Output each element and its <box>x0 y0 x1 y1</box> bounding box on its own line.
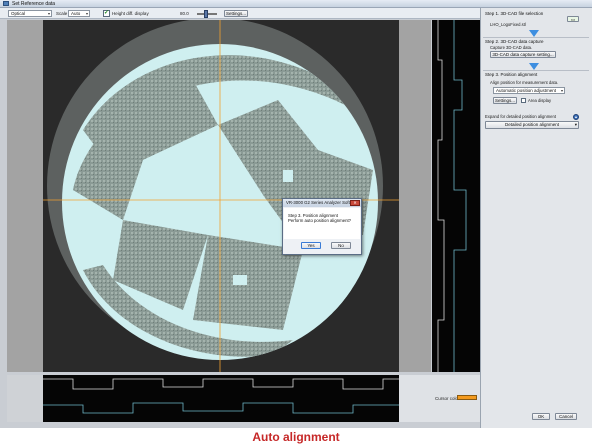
detailed-alignment-label: Detailed position alignment <box>504 122 560 127</box>
cursor-color-label: Cursor color <box>435 396 460 401</box>
confirm-dialog: VR-3000 G2 Series Analyzer Soft... ✕ Ste… <box>282 198 362 255</box>
view-mode-select[interactable]: Optical ▾ <box>8 10 52 17</box>
expand-label: Expand for detailed position alignment <box>485 114 557 119</box>
scale-value: Auto <box>71 11 81 16</box>
right-margin <box>399 20 431 372</box>
divider <box>483 70 589 71</box>
yes-button-label: Yes <box>307 243 315 248</box>
alignment-method-value: Automatic position adjustment <box>496 88 557 93</box>
divider <box>483 37 589 38</box>
no-button-label: No <box>338 243 344 248</box>
settings-button[interactable]: Settings... <box>224 10 248 17</box>
zoom-label: 80.0 <box>180 11 189 16</box>
chevron-down-icon: ▾ <box>47 11 50 16</box>
alignment-settings-label: Settings... <box>494 98 515 103</box>
scan-image <box>43 20 399 372</box>
measurement-image[interactable] <box>43 20 399 372</box>
step-arrow-icon <box>529 63 539 70</box>
dialog-line-2: Perform auto position alignment? <box>288 218 352 223</box>
step-arrow-icon <box>529 30 539 37</box>
step1-file-name: LHO_LogoFixed.stl <box>490 22 526 27</box>
scale-label: Scale <box>56 11 68 16</box>
chevron-down-icon: ▾ <box>574 122 577 127</box>
settings-button-label: Settings... <box>225 11 246 16</box>
yes-button[interactable]: Yes <box>301 242 321 249</box>
app-icon <box>3 1 9 6</box>
dialog-body: Step 3. Position alignment Perform auto … <box>284 208 360 239</box>
window-title: Set Reference data <box>12 1 56 7</box>
cursor-color-swatch[interactable] <box>457 395 477 400</box>
alignment-settings-button[interactable]: Settings... <box>493 97 517 104</box>
area-display-checkbox[interactable] <box>521 98 526 103</box>
chevron-down-icon: ▾ <box>85 11 88 16</box>
cancel-button[interactable]: Cancel <box>555 413 577 420</box>
step2-text: Capture 3D-CAD data. <box>490 45 533 50</box>
detailed-alignment-button[interactable]: Detailed position alignment ▾ <box>485 121 579 129</box>
step3-text: Align position for measurement data. <box>490 80 559 85</box>
height-diff-label: Height diff. display <box>112 11 149 16</box>
alignment-side-panel: Step 1. 3D-CAD file selection ▭ LHO_Logo… <box>480 8 592 428</box>
cad-capture-settings-button[interactable]: 3D-CAD data capture setting... <box>490 51 556 58</box>
view-mode-value: Optical <box>11 11 26 16</box>
expand-icon[interactable]: ▴ <box>573 114 579 120</box>
step1-title: Step 1. 3D-CAD file selection <box>485 11 544 16</box>
vertical-profile-graph <box>432 20 480 372</box>
step1-browse-button[interactable]: ▭ <box>567 16 579 22</box>
step3-title: Step 3. Position alignment <box>485 72 538 77</box>
caption: Auto alignment <box>252 430 340 444</box>
height-diff-checkbox[interactable]: ✓ <box>103 10 110 17</box>
chevron-down-icon: ▾ <box>560 88 563 93</box>
scale-select[interactable]: Auto ▾ <box>68 10 90 17</box>
ok-button[interactable]: OK <box>532 413 550 420</box>
no-button[interactable]: No <box>331 242 351 249</box>
zoom-slider-thumb[interactable] <box>204 10 208 18</box>
cancel-button-label: Cancel <box>558 414 573 419</box>
horizontal-profile-graph <box>43 375 399 422</box>
alignment-method-select[interactable]: Automatic position adjustment ▾ <box>493 87 565 94</box>
cad-capture-settings-label: 3D-CAD data capture setting... <box>492 52 554 57</box>
area-display-label: Area display <box>528 98 552 103</box>
bottom-left-margin <box>7 375 43 422</box>
folder-icon: ▭ <box>570 17 576 22</box>
step2-title: Step 2. 3D-CAD data capture <box>485 39 544 44</box>
ok-button-label: OK <box>537 414 545 419</box>
dialog-title-text: VR-3000 G2 Series Analyzer Soft... <box>286 200 354 205</box>
close-icon[interactable]: ✕ <box>350 200 360 206</box>
left-margin <box>7 20 43 372</box>
title-bar: Set Reference data <box>0 0 592 8</box>
